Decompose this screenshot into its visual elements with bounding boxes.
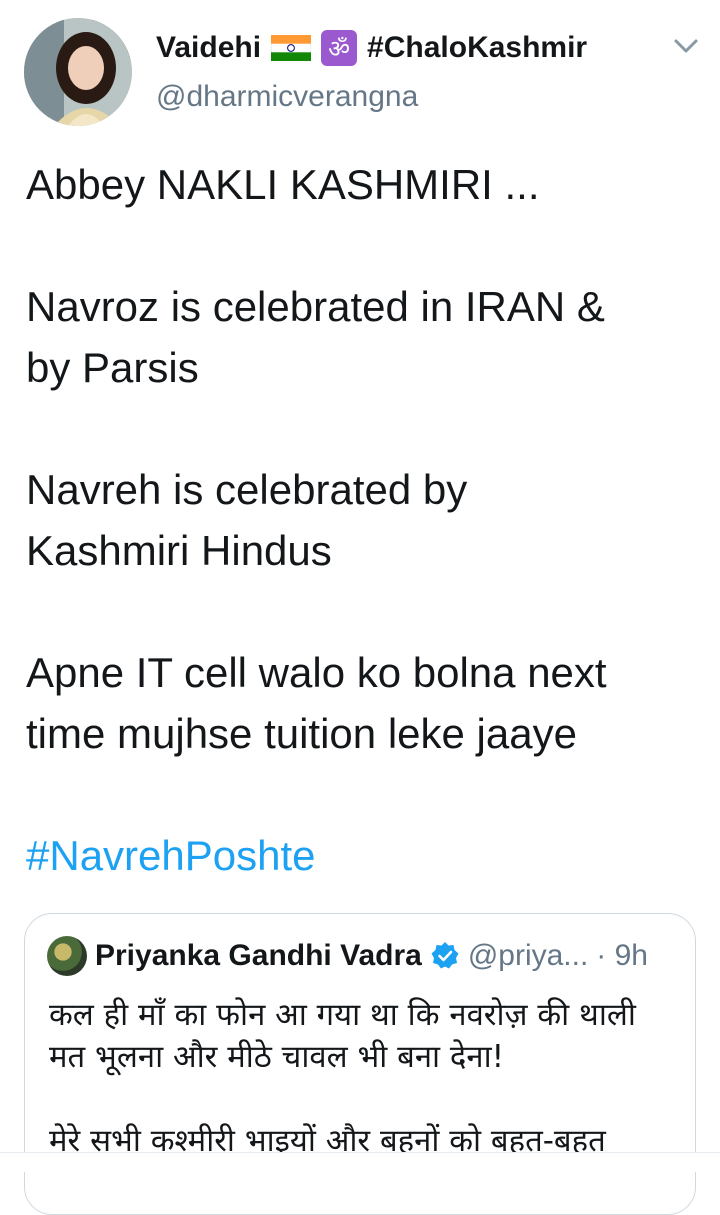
quoted-line: मत भूलना और मीठे चावल भी बना देना! <box>49 1039 505 1075</box>
author-hashtag: #ChaloKashmir <box>367 31 588 64</box>
author-avatar[interactable] <box>24 18 132 126</box>
avatar-photo-icon <box>24 18 132 126</box>
quoted-tweet-time: · 9h <box>596 939 648 972</box>
om-icon: ॐ <box>321 30 358 66</box>
tweet-text: Abbey NAKLI KASHMIRI ... Navroz is celeb… <box>26 154 706 886</box>
quoted-tweet-header: Priyanka Gandhi Vadra @priya... · 9h <box>47 936 648 976</box>
quoted-author-name[interactable]: Priyanka Gandhi Vadra <box>95 939 422 973</box>
quoted-author-avatar[interactable] <box>47 936 87 976</box>
tweet-header: Vaidehi ॐ #ChaloKashmir @dharmicverangna <box>0 0 720 140</box>
tweet-line: Apne IT cell walo ko bolna next <box>26 649 607 696</box>
bottom-divider <box>0 1152 720 1172</box>
author-handle[interactable]: @dharmicverangna <box>156 80 418 114</box>
author-name[interactable]: Vaidehi <box>156 31 261 65</box>
hashtag-link[interactable]: #NavrehPoshte <box>26 825 706 886</box>
author-line[interactable]: Vaidehi ॐ #ChaloKashmir <box>156 28 587 68</box>
india-flag-icon <box>271 35 312 61</box>
tweet-line: Kashmiri Hindus <box>26 527 332 574</box>
tweet-line: Navreh is celebrated by <box>26 466 468 513</box>
quoted-author-handle[interactable]: @priya... <box>468 939 588 973</box>
quoted-line: कल ही माँ का फोन आ गया था कि नवरोज़ की थ… <box>49 997 636 1033</box>
verified-badge-icon <box>431 942 459 969</box>
chevron-down-icon[interactable] <box>672 36 700 56</box>
tweet-line: Navroz is celebrated in IRAN & <box>26 283 605 330</box>
quoted-tweet-text: कल ही माँ का फोन आ गया था कि नवरोज़ की थ… <box>49 994 679 1162</box>
tweet-line: time mujhse tuition leke jaaye <box>26 710 577 757</box>
tweet-line: by Parsis <box>26 344 199 391</box>
tweet-line: Abbey NAKLI KASHMIRI ... <box>26 161 540 208</box>
